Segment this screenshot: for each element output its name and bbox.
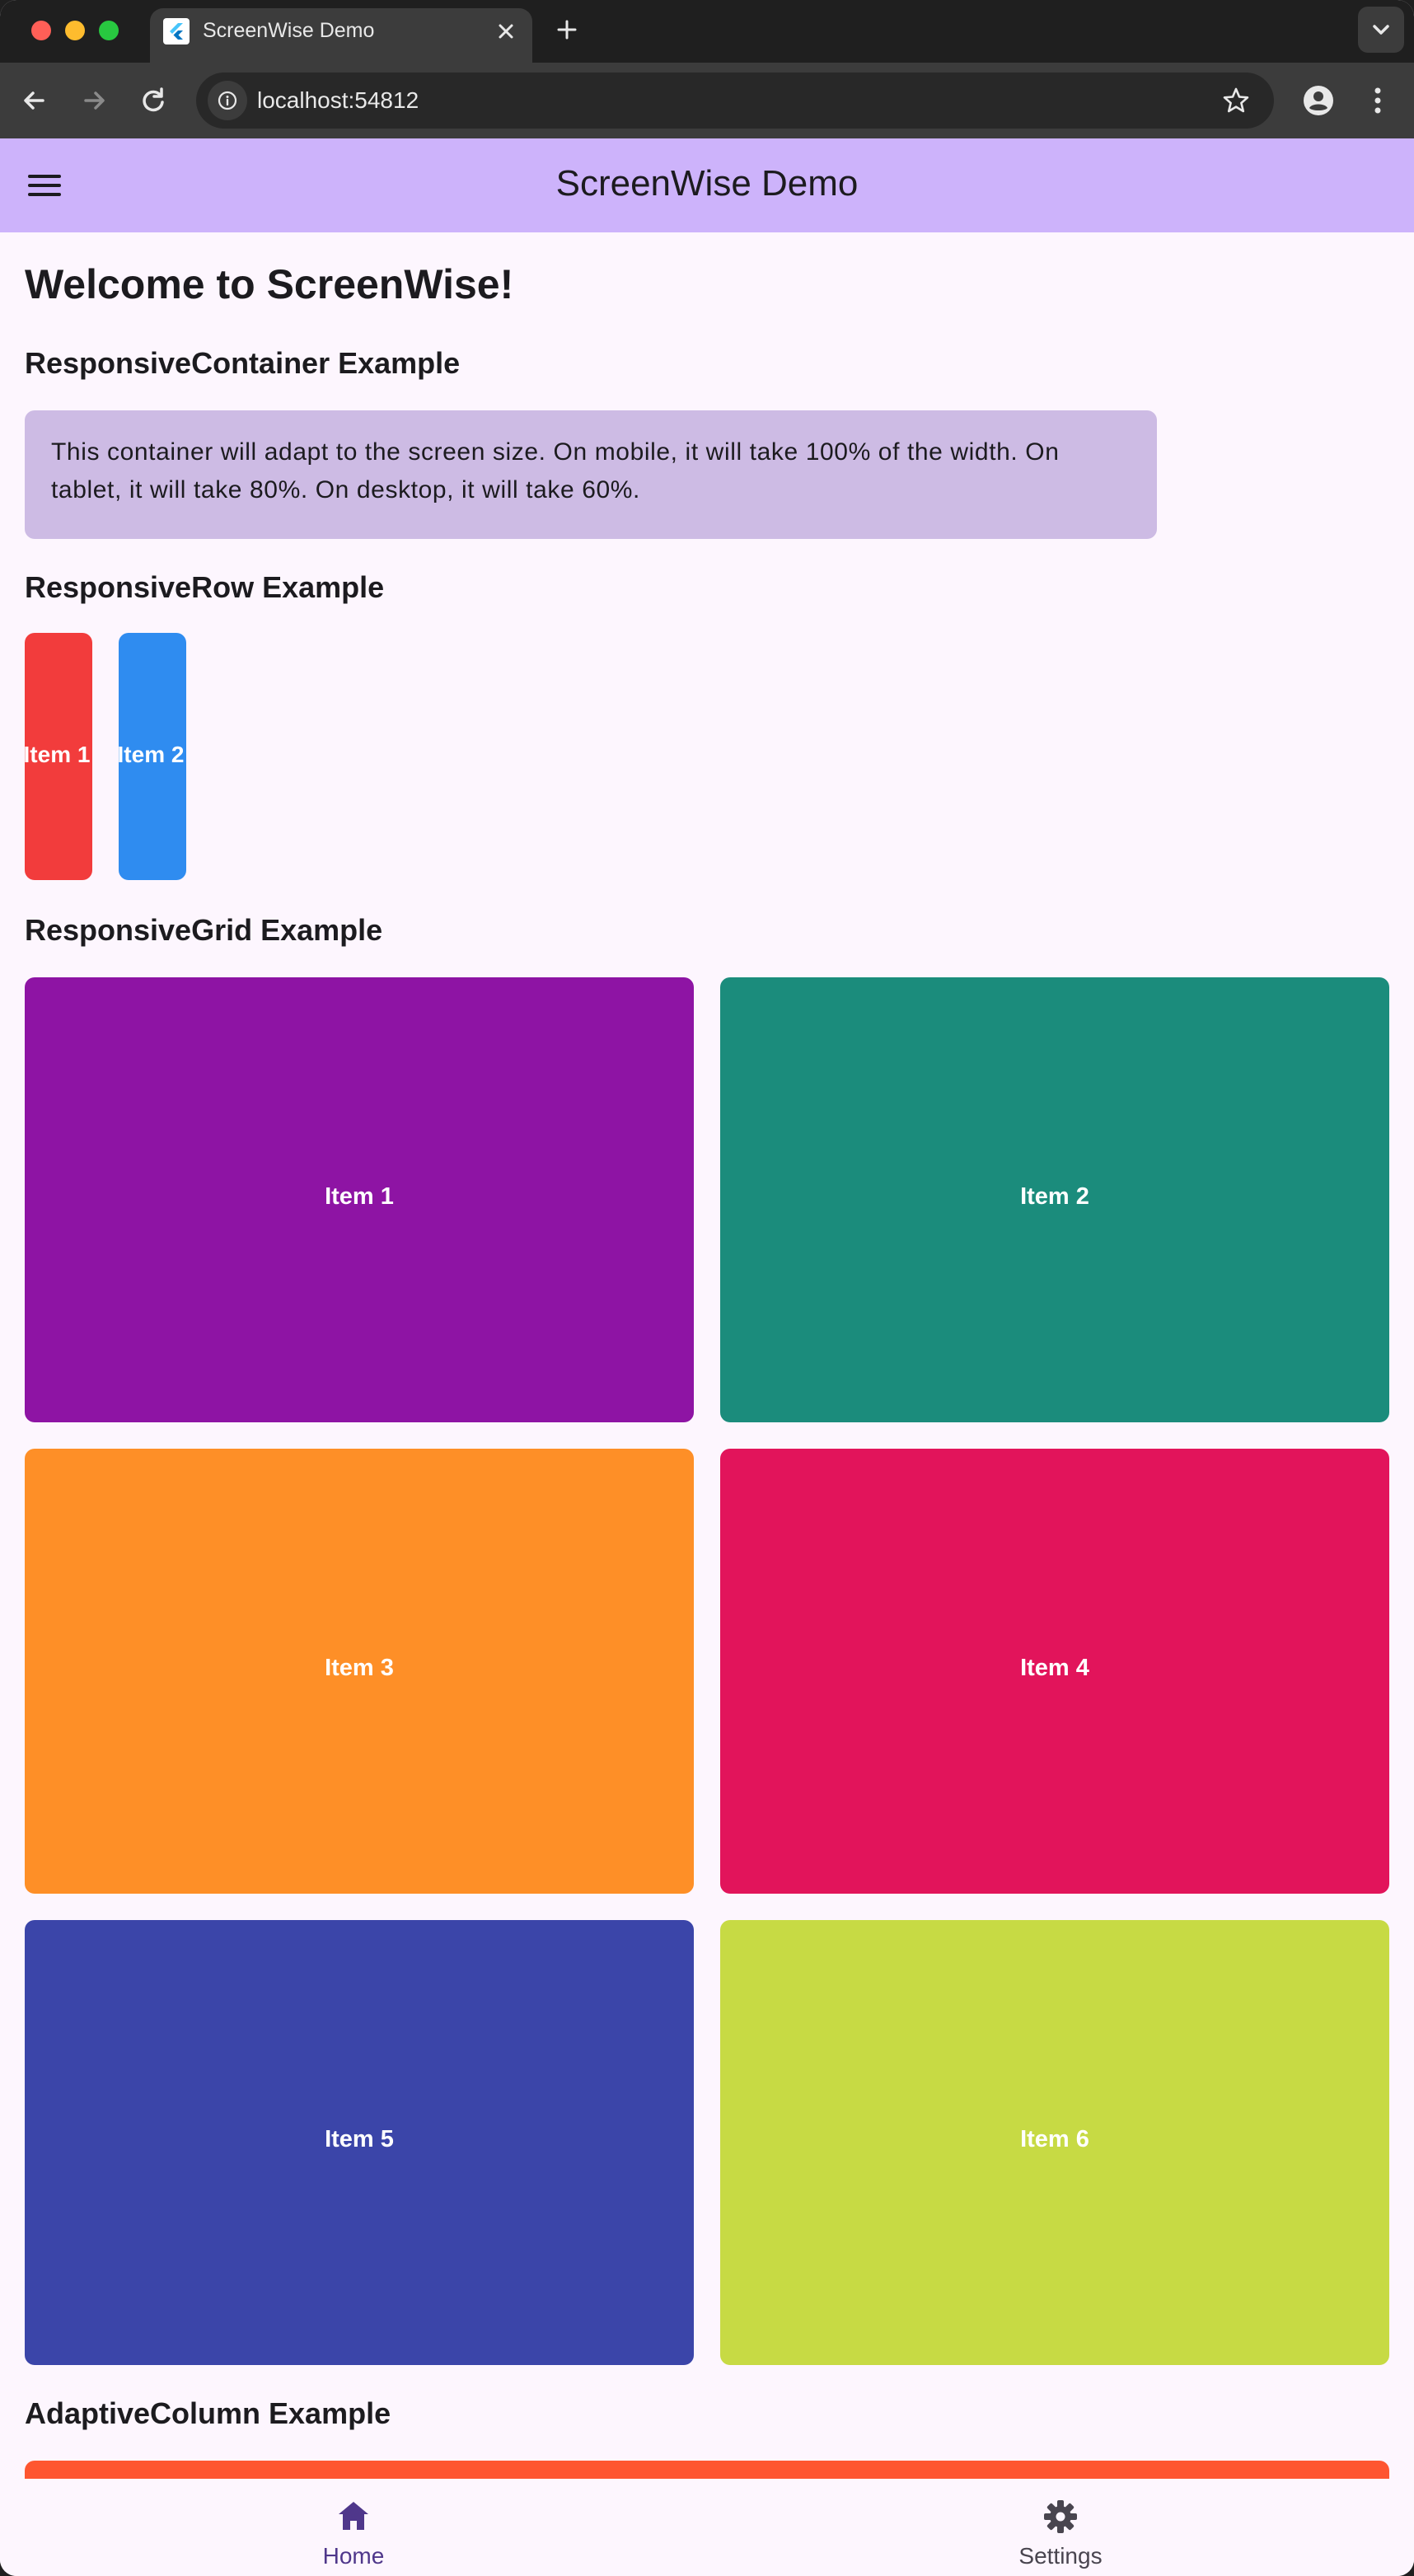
grid-item-3: Item 3 [25, 1449, 694, 1894]
new-tab-icon[interactable] [550, 13, 583, 46]
grid-item-6: Item 6 [720, 1920, 1389, 2365]
browser-tab[interactable]: ScreenWise Demo [150, 8, 532, 63]
responsive-container-heading: ResponsiveContainer Example [25, 346, 461, 380]
grid-item-label: Item 5 [325, 2126, 394, 2152]
bottom-navigation-bar: Home Settings [0, 2479, 1414, 2576]
url-text: localhost:54812 [257, 87, 419, 113]
grid-item-label: Item 1 [325, 1183, 394, 1210]
close-tab-icon[interactable] [491, 16, 521, 46]
row-item-2: Item 2 [119, 633, 186, 880]
grid-item-label: Item 2 [1020, 1183, 1089, 1210]
address-bar[interactable]: localhost:54812 [196, 73, 1274, 129]
grid-item-label: Item 3 [325, 1655, 394, 1681]
responsive-container-text: This container will adapt to the screen … [51, 438, 1060, 503]
welcome-heading: Welcome to ScreenWise! [25, 261, 514, 307]
row-item-label: Item 2 [119, 742, 185, 767]
responsive-grid-heading: ResponsiveGrid Example [25, 913, 383, 947]
adaptive-column-heading: AdaptiveColumn Example [25, 2396, 391, 2430]
responsive-container-box: This container will adapt to the screen … [25, 410, 1157, 539]
browser-toolbar: localhost:54812 [0, 63, 1414, 138]
nav-label-settings: Settings [1018, 2543, 1103, 2569]
responsive-row-heading: ResponsiveRow Example [25, 570, 385, 604]
row-item-label: Item 1 [25, 742, 91, 767]
tab-title: ScreenWise Demo [203, 19, 375, 42]
app-root: ScreenWise Demo Welcome to ScreenWise! R… [0, 138, 1414, 2576]
grid-item-4: Item 4 [720, 1449, 1389, 1894]
app-bar: ScreenWise Demo [0, 138, 1414, 232]
more-vertical-icon[interactable] [1361, 81, 1394, 120]
nav-item-settings[interactable]: Settings [707, 2479, 1414, 2576]
maximize-window-button[interactable] [99, 21, 119, 40]
grid-item-5: Item 5 [25, 1920, 694, 2365]
site-info-icon[interactable] [208, 81, 247, 120]
gear-icon [1041, 2497, 1080, 2536]
app-bar-title: ScreenWise Demo [555, 163, 859, 204]
row-item-1: Item 1 [25, 633, 92, 880]
browser-window: ScreenWise Demo localhost:54812 ScreenWi… [0, 0, 1414, 2576]
home-icon [334, 2497, 373, 2536]
profile-avatar-icon[interactable] [1299, 81, 1338, 120]
forward-arrow-icon[interactable] [76, 82, 112, 119]
grid-item-label: Item 6 [1020, 2126, 1089, 2152]
grid-item-1: Item 1 [25, 977, 694, 1422]
flutter-favicon-icon [163, 18, 190, 44]
bookmark-star-icon[interactable] [1221, 86, 1251, 115]
minimize-window-button[interactable] [65, 21, 85, 40]
nav-item-home[interactable]: Home [0, 2479, 707, 2576]
tab-search-chevron-down-icon[interactable] [1358, 7, 1404, 53]
grid-item-2: Item 2 [720, 977, 1389, 1422]
nav-label-home: Home [322, 2543, 385, 2569]
back-arrow-icon[interactable] [16, 82, 53, 119]
tab-strip: ScreenWise Demo [0, 0, 1414, 63]
reload-icon[interactable] [135, 82, 171, 119]
close-window-button[interactable] [31, 21, 51, 40]
grid-item-label: Item 4 [1020, 1655, 1089, 1681]
